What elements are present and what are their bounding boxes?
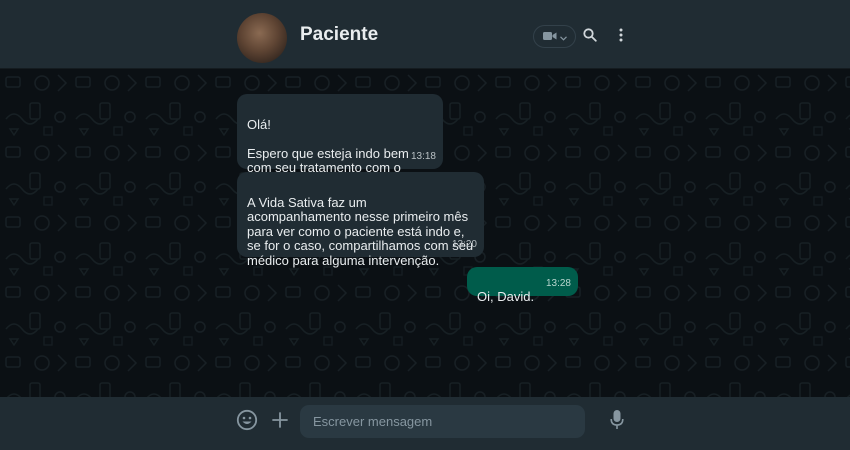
chevron-down-icon [559,28,567,46]
message-time: 13:20 [451,238,477,250]
message-text: Oi, David. [477,288,535,304]
search-icon [583,27,597,47]
contact-name[interactable]: Paciente [300,24,378,46]
chat-header: Paciente [0,0,850,69]
menu-button[interactable] [611,27,631,47]
attach-button[interactable] [270,411,290,433]
search-button[interactable] [580,27,600,47]
chat-area: Olá! Espero que esteja indo bem com seu … [0,69,850,397]
message-input[interactable] [300,405,585,438]
message-bubble-incoming[interactable]: A Vida Sativa faz um acompanhamento ness… [237,172,484,267]
video-camera-icon [542,28,557,46]
message-time: 13:18 [410,150,436,162]
voice-message-button[interactable] [606,409,628,436]
message-bubble-incoming[interactable]: Olá! Espero que esteja indo bem com seu … [237,94,443,189]
composer-bar [0,397,850,450]
emoji-button[interactable] [235,409,259,436]
microphone-icon [610,409,624,436]
message-time: 13:28 [545,277,571,289]
message-bubble-outgoing[interactable]: Oi, David. 13:28 [467,267,578,303]
video-call-button[interactable] [533,25,576,48]
emoji-icon [236,409,258,436]
plus-icon [272,411,288,433]
more-vertical-icon [619,28,623,47]
avatar[interactable] [237,13,287,63]
message-text: A Vida Sativa faz um acompanhamento ness… [247,194,474,268]
